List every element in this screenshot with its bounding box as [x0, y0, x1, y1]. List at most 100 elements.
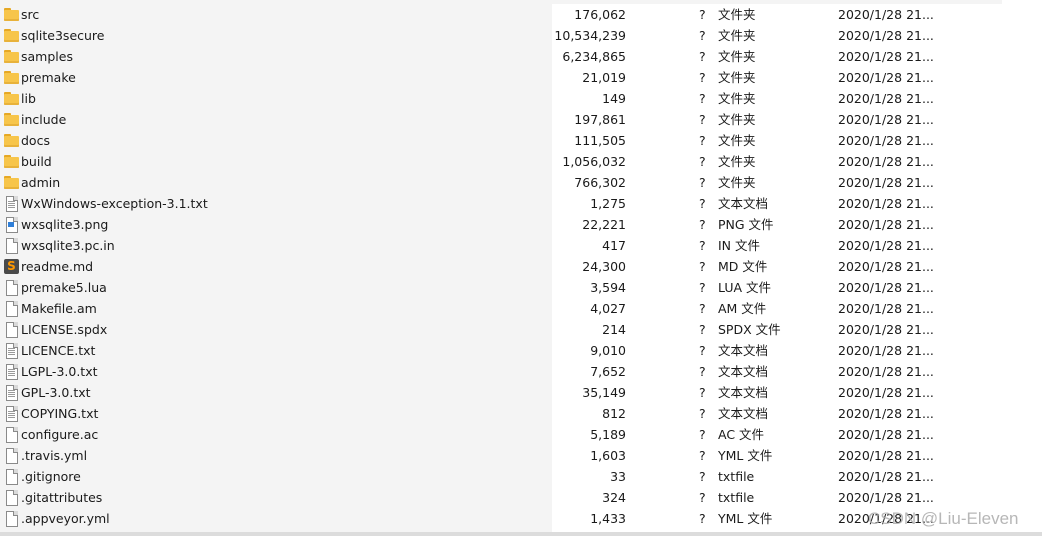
unknown-mark: ?: [699, 343, 706, 358]
folder-icon: [4, 154, 19, 169]
folder-icon: [4, 28, 19, 43]
file-type: 文本文档: [718, 385, 769, 400]
file-row[interactable]: wxsqlite3.png 22,221? PNG 文件 2020/1/28 21..…: [0, 214, 1042, 235]
file-icon: [4, 469, 19, 485]
file-row[interactable]: LGPL-3.0.txt 7,652? 文本文档 2020/1/28 21...: [0, 361, 1042, 382]
folder-icon: [4, 133, 19, 148]
file-date: 2020/1/28 21...: [838, 196, 934, 211]
unknown-mark: ?: [699, 154, 706, 169]
file-type: YML 文件: [718, 448, 773, 463]
file-type: LUA 文件: [718, 280, 772, 295]
file-date: 2020/1/28 21...: [838, 406, 934, 421]
file-type: 文本文档: [718, 343, 769, 358]
file-type: 文件夹: [718, 70, 756, 85]
file-row[interactable]: GPL-3.0.txt 35,149? 文本文档 2020/1/28 21...: [0, 382, 1042, 403]
file-date: 2020/1/28 21...: [838, 490, 934, 505]
file-date: 2020/1/28 21...: [838, 385, 934, 400]
file-size: 1,433: [590, 511, 626, 526]
file-row[interactable]: premake 21,019? 文件夹 2020/1/28 21...: [0, 67, 1042, 88]
file-name: LICENCE.txt: [21, 343, 96, 358]
unknown-mark: ?: [699, 406, 706, 421]
file-icon: [4, 490, 19, 506]
file-date: 2020/1/28 21...: [838, 448, 934, 463]
file-size: 1,603: [590, 448, 626, 463]
file-row[interactable]: .travis.yml 1,603? YML 文件 2020/1/28 21...: [0, 445, 1042, 466]
file-row[interactable]: docs 111,505? 文件夹 2020/1/28 21...: [0, 130, 1042, 151]
file-size: 149: [602, 91, 626, 106]
file-size: 176,062: [574, 7, 626, 22]
file-type: 文件夹: [718, 133, 756, 148]
file-row[interactable]: lib 149? 文件夹 2020/1/28 21...: [0, 88, 1042, 109]
unknown-mark: ?: [699, 238, 706, 253]
file-row[interactable]: admin 766,302? 文件夹 2020/1/28 21...: [0, 172, 1042, 193]
file-row[interactable]: src 176,062? 文件夹 2020/1/28 21...: [0, 4, 1042, 25]
unknown-mark: ?: [699, 91, 706, 106]
file-name: .gitattributes: [21, 490, 103, 505]
file-name: wxsqlite3.pc.in: [21, 238, 115, 253]
file-size: 111,505: [574, 133, 626, 148]
file-name: .gitignore: [21, 469, 81, 484]
file-date: 2020/1/28 21...: [838, 301, 934, 316]
file-row[interactable]: LICENSE.spdx 214? SPDX 文件 2020/1/28 21...: [0, 319, 1042, 340]
file-size: 7,652: [590, 364, 626, 379]
unknown-mark: ?: [699, 175, 706, 190]
file-icon: [4, 448, 19, 464]
file-row[interactable]: Makefile.am 4,027? AM 文件 2020/1/28 21...: [0, 298, 1042, 319]
unknown-mark: ?: [699, 196, 706, 211]
unknown-mark: ?: [699, 259, 706, 274]
file-size: 4,027: [590, 301, 626, 316]
file-size: 35,149: [582, 385, 626, 400]
text-file-icon: [4, 196, 19, 212]
file-row[interactable]: wxsqlite3.pc.in 417? IN 文件 2020/1/28 21...: [0, 235, 1042, 256]
file-row[interactable]: COPYING.txt 812? 文本文档 2020/1/28 21...: [0, 403, 1042, 424]
file-row[interactable]: LICENCE.txt 9,010? 文本文档 2020/1/28 21...: [0, 340, 1042, 361]
file-date: 2020/1/28 21...: [838, 343, 934, 358]
file-name: configure.ac: [21, 427, 99, 442]
file-row[interactable]: configure.ac 5,189? AC 文件 2020/1/28 21...: [0, 424, 1042, 445]
text-file-icon: [4, 343, 19, 359]
file-row[interactable]: include 197,861? 文件夹 2020/1/28 21...: [0, 109, 1042, 130]
file-date: 2020/1/28 21...: [838, 133, 934, 148]
file-row[interactable]: .gitattributes 324? txtfile 2020/1/28 21...: [0, 487, 1042, 508]
file-list: src 176,062? 文件夹 2020/1/28 21... sqlite3secu…: [0, 4, 1042, 529]
file-row[interactable]: premake5.lua 3,594? LUA 文件 2020/1/28 21...: [0, 277, 1042, 298]
file-type: SPDX 文件: [718, 322, 781, 337]
horizontal-scrollbar[interactable]: [0, 532, 1042, 536]
file-type: txtfile: [718, 490, 755, 505]
file-name: samples: [21, 49, 73, 64]
file-row[interactable]: Sreadme.md 24,300? MD 文件 2020/1/28 21...: [0, 256, 1042, 277]
file-name: sqlite3secure: [21, 28, 105, 43]
unknown-mark: ?: [699, 364, 706, 379]
file-name: .travis.yml: [21, 448, 88, 463]
file-row[interactable]: build 1,056,032? 文件夹 2020/1/28 21...: [0, 151, 1042, 172]
file-row[interactable]: sqlite3secure 10,534,239? 文件夹 2020/1/28 21.…: [0, 25, 1042, 46]
unknown-mark: ?: [699, 427, 706, 442]
file-size: 3,594: [590, 280, 626, 295]
file-name: admin: [21, 175, 61, 190]
file-type: MD 文件: [718, 259, 768, 274]
file-name: premake: [21, 70, 76, 85]
folder-icon: [4, 49, 19, 64]
file-icon: [4, 427, 19, 443]
unknown-mark: ?: [699, 385, 706, 400]
folder-icon: [4, 7, 19, 22]
folder-icon: [4, 175, 19, 190]
file-row[interactable]: WxWindows-exception-3.1.txt 1,275? 文本文档 202…: [0, 193, 1042, 214]
file-size: 812: [602, 406, 626, 421]
file-type: 文件夹: [718, 175, 756, 190]
file-name: build: [21, 154, 52, 169]
file-row[interactable]: samples 6,234,865? 文件夹 2020/1/28 21...: [0, 46, 1042, 67]
sublime-text-icon: S: [4, 259, 19, 274]
file-name: GPL-3.0.txt: [21, 385, 91, 400]
file-icon: [4, 301, 19, 317]
file-size: 214: [602, 322, 626, 337]
file-name: wxsqlite3.png: [21, 217, 109, 232]
file-size: 22,221: [582, 217, 626, 232]
file-row[interactable]: .gitignore 33? txtfile 2020/1/28 21...: [0, 466, 1042, 487]
file-type: 文件夹: [718, 91, 756, 106]
file-type: 文本文档: [718, 196, 769, 211]
watermark: CSDN @Liu-Eleven: [868, 509, 1019, 528]
file-type: PNG 文件: [718, 217, 774, 232]
unknown-mark: ?: [699, 133, 706, 148]
file-size: 1,275: [590, 196, 626, 211]
